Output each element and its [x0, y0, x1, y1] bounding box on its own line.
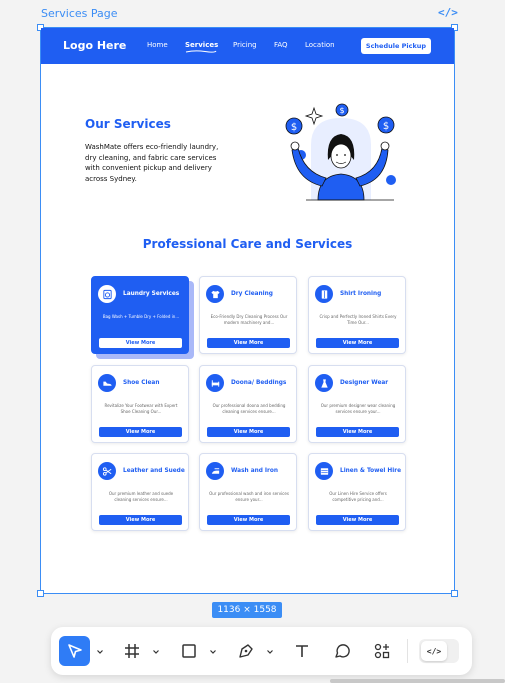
- service-description: Our professional doona and bedding clean…: [212, 403, 286, 414]
- service-description: Eco-Friendly Dry Cleaning Process Our mo…: [210, 314, 288, 325]
- chevron-down-icon[interactable]: [266, 648, 274, 656]
- service-title: Linen & Towel Hire: [340, 468, 402, 474]
- view-more-button[interactable]: View More: [207, 338, 290, 348]
- service-description: Crisp and Perfectly Ironed Shirts Every …: [319, 314, 397, 325]
- service-card-leather-suede[interactable]: Leather and Suede Our premium leather an…: [91, 453, 189, 531]
- code-icon: </>: [421, 641, 447, 661]
- dev-mode-toggle[interactable]: </>: [419, 639, 459, 663]
- pen-tool-button[interactable]: [235, 636, 257, 666]
- service-card-laundry[interactable]: Laundry Services Bag Wash + Tumble Dry +…: [91, 276, 189, 354]
- frame-size-badge: 1136 × 1558: [212, 602, 282, 618]
- service-description: Our premium leather and suede cleaning s…: [108, 491, 174, 502]
- shirt-ironing-icon: [315, 285, 333, 303]
- move-tool-button[interactable]: [59, 636, 90, 666]
- view-more-button[interactable]: View More: [316, 427, 399, 437]
- hash-frame-icon: [125, 644, 139, 658]
- comment-bubble-icon: [335, 644, 350, 658]
- service-card-linen-towel[interactable]: Linen & Towel Hire Our Linen Hire Servic…: [308, 453, 406, 531]
- service-card-designer-wear[interactable]: Designer Wear Our premium designer wear …: [308, 365, 406, 443]
- service-title: Shoe Clean: [123, 380, 160, 386]
- toolbar-divider: [407, 639, 408, 663]
- service-title: Laundry Services: [123, 291, 180, 297]
- nav-link-faq[interactable]: FAQ: [274, 41, 288, 49]
- components-icon: [374, 643, 390, 659]
- nav-active-underline: [185, 50, 217, 53]
- service-card-shoe-clean[interactable]: Shoe Clean Revitalize Your Footwear with…: [91, 365, 189, 443]
- svg-text:$: $: [383, 121, 389, 132]
- service-title: Dry Cleaning: [231, 291, 273, 297]
- shape-tool-button[interactable]: [178, 636, 200, 666]
- view-more-button[interactable]: View More: [316, 515, 399, 525]
- resize-handle-bottom-left[interactable]: [37, 590, 44, 597]
- chevron-down-icon[interactable]: [152, 648, 160, 656]
- resize-handle-bottom-right[interactable]: [451, 590, 458, 597]
- service-description: Our premium designer wear cleaning servi…: [320, 403, 396, 414]
- frame-tool-button[interactable]: [121, 636, 143, 666]
- svg-text:$: $: [339, 106, 344, 115]
- service-description: Bag Wash + Tumble Dry + Folded in...: [102, 314, 180, 319]
- schedule-pickup-button[interactable]: Schedule Pickup: [361, 38, 431, 54]
- bed-icon: [206, 374, 224, 392]
- service-title: Leather and Suede: [123, 468, 185, 474]
- hero-title: Our Services: [85, 117, 171, 131]
- view-more-button[interactable]: View More: [207, 427, 290, 437]
- shirt-icon: [206, 285, 224, 303]
- hero-illustration: $ $ $: [285, 103, 396, 201]
- service-card-dry-cleaning[interactable]: Dry Cleaning Eco-Friendly Dry Cleaning P…: [199, 276, 297, 354]
- view-more-button[interactable]: View More: [99, 427, 182, 437]
- dev-mode-icon[interactable]: </>: [438, 6, 458, 19]
- shoe-icon: [98, 374, 116, 392]
- service-description: Our professional wash and iron services …: [209, 491, 289, 502]
- text-tool-button[interactable]: [291, 636, 313, 666]
- scissors-icon: [98, 462, 116, 480]
- pen-nib-icon: [239, 644, 253, 658]
- nav-link-pricing[interactable]: Pricing: [233, 41, 257, 49]
- square-shape-icon: [182, 644, 196, 658]
- nav-link-home[interactable]: Home: [147, 41, 168, 49]
- service-card-wash-iron[interactable]: Wash and Iron Our professional wash and …: [199, 453, 297, 531]
- chevron-down-icon[interactable]: [209, 648, 217, 656]
- site-navbar: Logo Here Home Services Pricing FAQ Loca…: [41, 28, 454, 64]
- service-description: Revitalize Your Footwear with Expert Sho…: [104, 403, 178, 414]
- towel-icon: [315, 462, 333, 480]
- bottom-toolbar: </>: [51, 627, 472, 675]
- nav-link-location[interactable]: Location: [305, 41, 335, 49]
- view-more-button[interactable]: View More: [99, 338, 182, 348]
- view-more-button[interactable]: View More: [316, 338, 399, 348]
- view-more-button[interactable]: View More: [207, 515, 290, 525]
- section-title: Professional Care and Services: [142, 237, 353, 251]
- text-t-icon: [296, 645, 308, 657]
- service-title: Shirt Ironing: [340, 291, 382, 297]
- page-frame[interactable]: Logo Here Home Services Pricing FAQ Loca…: [37, 24, 458, 597]
- svg-text:$: $: [291, 122, 297, 133]
- hero-description: WashMate offers eco-friendly laundry, dr…: [85, 143, 219, 183]
- chevron-down-icon[interactable]: [96, 648, 104, 656]
- iron-icon: [206, 462, 224, 480]
- horizontal-scrollbar[interactable]: [330, 679, 505, 683]
- service-card-doona-beddings[interactable]: Doona/ Beddings Our professional doona a…: [199, 365, 297, 443]
- frame-label[interactable]: Services Page: [41, 7, 118, 20]
- service-title: Doona/ Beddings: [231, 380, 287, 386]
- comment-tool-button[interactable]: [331, 636, 353, 666]
- components-tool-button[interactable]: [371, 636, 393, 666]
- dress-icon: [315, 374, 333, 392]
- laundry-icon: [98, 285, 116, 303]
- service-card-shirt-ironing[interactable]: Shirt Ironing Crisp and Perfectly Ironed…: [308, 276, 406, 354]
- view-more-button[interactable]: View More: [99, 515, 182, 525]
- service-description: Our Linen Hire Service offers competitiv…: [329, 491, 387, 502]
- nav-link-services[interactable]: Services: [185, 41, 218, 49]
- cursor-arrow-icon: [67, 644, 82, 658]
- service-title: Designer Wear: [340, 380, 389, 386]
- site-logo[interactable]: Logo Here: [63, 39, 126, 52]
- service-title: Wash and Iron: [231, 468, 279, 474]
